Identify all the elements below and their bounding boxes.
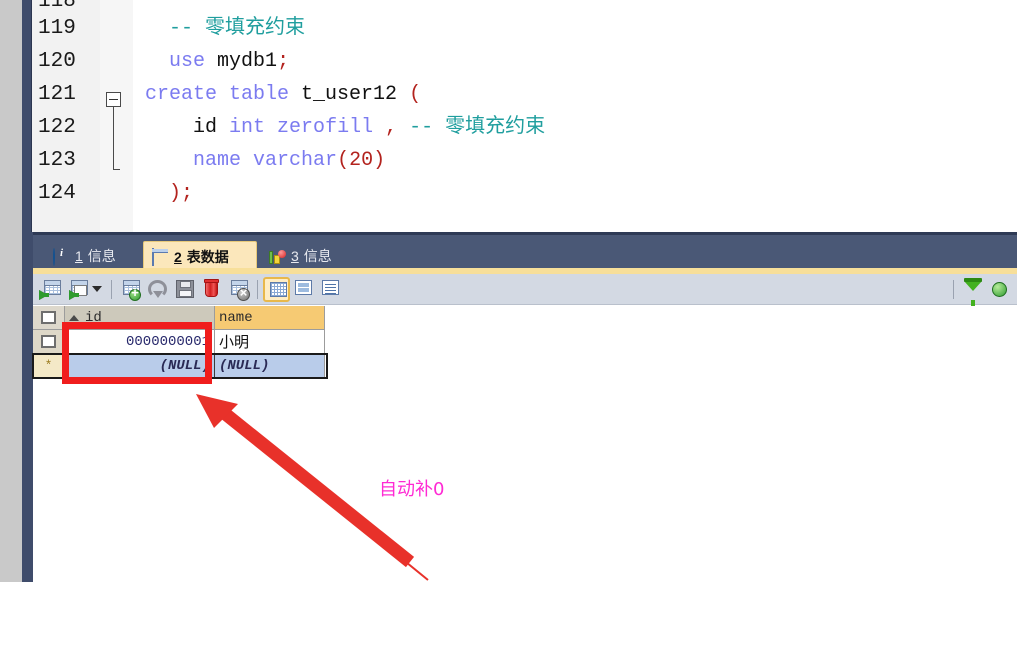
- annotation-highlight-rectangle: [62, 322, 212, 384]
- code-token: ,: [385, 116, 398, 139]
- sort-button[interactable]: [986, 277, 1013, 302]
- add-record-button[interactable]: [117, 277, 144, 302]
- export-wizard-button[interactable]: [65, 277, 92, 302]
- new-row-star-icon: *: [44, 358, 53, 373]
- line-number: 120: [38, 50, 76, 73]
- screen-root: 118 119 120 121 122 123 124 -- 零填充约束 use…: [0, 0, 1017, 656]
- code-token: ): [373, 149, 386, 172]
- editor-accent-bar: [22, 0, 32, 232]
- code-token: name: [193, 149, 242, 172]
- code-line: create table t_user12 (: [145, 78, 421, 111]
- code-token: mydb1: [217, 50, 278, 73]
- grid-view-button[interactable]: [263, 276, 290, 302]
- tab-info-3[interactable]: 3 信息: [261, 241, 357, 271]
- column-header-label: name: [219, 309, 253, 326]
- tab-label: 信息: [87, 248, 116, 264]
- toolbar-separator: [111, 279, 112, 299]
- code-fold-end: [113, 169, 120, 170]
- result-tabstrip: 1 信息 2 表数据 3 信息: [33, 232, 1017, 271]
- form-view-button[interactable]: [290, 277, 317, 302]
- line-number: 122: [38, 116, 76, 139]
- annotation-callout-text: 自动补0: [379, 479, 445, 500]
- tab-table-data-2[interactable]: 2 表数据: [143, 241, 257, 271]
- code-token: ;: [277, 50, 290, 73]
- cell-name-new[interactable]: (NULL): [215, 354, 325, 378]
- code-token: create table: [145, 83, 302, 106]
- code-token: -- 零填充约束: [169, 17, 306, 40]
- code-line: id int zerofill , -- 零填充约束: [145, 111, 545, 144]
- toolbar-separator: [953, 279, 954, 299]
- panel-body: 1 信息 2 表数据 3 信息: [32, 232, 1017, 656]
- code-fold-collapse-icon[interactable]: [106, 92, 121, 107]
- tab-number: 1: [75, 248, 83, 264]
- panel-outer-gutter: [0, 232, 22, 582]
- code-token: 20: [349, 149, 374, 172]
- code-token: -- 零填充约束: [409, 116, 546, 139]
- info-icon: [53, 247, 70, 266]
- filter-button[interactable]: [959, 277, 986, 306]
- insert-record-button[interactable]: [38, 277, 65, 302]
- code-token: id: [193, 116, 218, 139]
- tab-number: 2: [174, 248, 182, 265]
- column-header-name[interactable]: name: [215, 306, 325, 330]
- select-all-cell[interactable]: [33, 306, 65, 330]
- line-number: 121: [38, 83, 76, 106]
- code-token: (: [409, 83, 422, 106]
- tab-info-1[interactable]: 1 信息: [45, 241, 139, 271]
- code-token: );: [169, 182, 194, 205]
- refresh-button[interactable]: [144, 277, 171, 302]
- code-token: t_user12: [301, 83, 398, 106]
- code-folding-gutter[interactable]: [100, 0, 133, 232]
- code-fold-line: [113, 107, 114, 170]
- code-line: );: [145, 177, 193, 210]
- sql-editor[interactable]: 118 119 120 121 122 123 124 -- 零填充约束 use…: [0, 0, 1017, 232]
- toolbar-right-group: [948, 277, 1017, 306]
- save-button[interactable]: [171, 277, 198, 302]
- table-grid-icon: [152, 248, 169, 266]
- panel-accent-bar: [22, 232, 33, 582]
- line-number: 123: [38, 149, 76, 172]
- row-selector-cell[interactable]: [33, 330, 65, 354]
- export-dropdown-caret[interactable]: [92, 286, 102, 292]
- code-line: -- 零填充约束: [145, 12, 305, 45]
- code-token: use: [169, 50, 206, 73]
- sort-ascending-icon: [69, 314, 79, 321]
- new-row-marker-cell: *: [33, 354, 65, 378]
- grid-toolbar: [33, 274, 1017, 306]
- cancel-changes-button[interactable]: [225, 277, 252, 302]
- delete-record-button[interactable]: [198, 277, 225, 302]
- code-line: use mydb1;: [145, 45, 289, 78]
- line-number: 124: [38, 182, 76, 205]
- code-token: (: [337, 149, 350, 172]
- line-number: 119: [38, 17, 76, 40]
- code-line: name varchar(20): [145, 144, 385, 177]
- text-view-button[interactable]: [317, 277, 344, 302]
- tab-label: 信息: [303, 248, 332, 264]
- tab-number: 3: [291, 248, 299, 264]
- checkbox-icon: [41, 335, 56, 348]
- tab-label: 表数据: [186, 248, 229, 265]
- editor-outer-gutter: [0, 0, 22, 232]
- toolbar-separator: [257, 279, 258, 299]
- code-token: int zerofill: [229, 116, 374, 139]
- chart-icon: [269, 249, 286, 264]
- result-panel: 1 信息 2 表数据 3 信息: [0, 232, 1017, 656]
- checkbox-icon: [41, 311, 56, 324]
- cell-name[interactable]: 小明: [215, 330, 325, 354]
- code-token: varchar: [253, 149, 338, 172]
